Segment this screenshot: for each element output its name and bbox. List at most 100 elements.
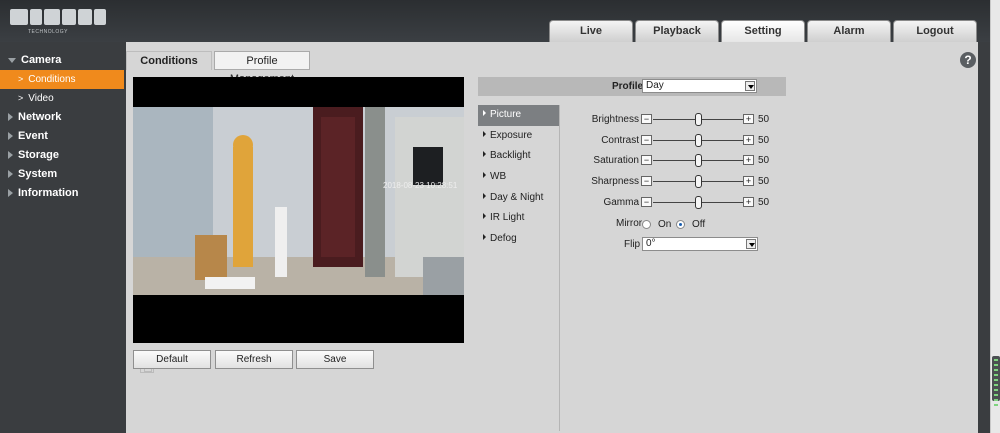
mirror-on-radio[interactable]: [642, 220, 651, 229]
sidebar-item-label: Event: [18, 130, 48, 142]
menu-item-label: Day & Night: [490, 191, 544, 203]
arrow-right-icon: [483, 192, 486, 199]
tab-alarm[interactable]: Alarm: [807, 20, 891, 42]
save-button[interactable]: Save: [296, 350, 374, 369]
sidebar-item-label: Storage: [18, 149, 59, 161]
tab-playback[interactable]: Playback: [635, 20, 719, 42]
mirror-label: Mirror: [616, 218, 643, 229]
arrow-right-icon: [483, 151, 486, 158]
refresh-button[interactable]: Refresh: [215, 350, 293, 369]
menu-item-label: IR Light: [490, 212, 525, 224]
collapse-icon: [8, 113, 13, 122]
menu-item-label: Picture: [490, 109, 522, 120]
video-preview: 2018-08-23 10:28:51: [133, 77, 464, 373]
menu-item-exposure[interactable]: Exposure: [478, 126, 559, 147]
tab-setting[interactable]: Setting: [721, 20, 805, 42]
menu-item-picture[interactable]: Picture: [478, 105, 559, 126]
brightness-control: Brightness − + 50: [566, 113, 770, 127]
menu-item-backlight[interactable]: Backlight: [478, 146, 559, 167]
contrast-decrease-button[interactable]: −: [641, 135, 652, 145]
sidebar-item-conditions[interactable]: > Conditions: [0, 70, 124, 89]
sidebar-item-storage[interactable]: Storage: [0, 146, 126, 165]
sidebar-item-camera[interactable]: Camera: [0, 51, 126, 70]
sidebar-item-label: Information: [18, 187, 79, 199]
profile-select[interactable]: Day: [642, 79, 757, 93]
brightness-value: 50: [758, 114, 770, 125]
page-gutter: [978, 42, 990, 433]
brand-logo: TECHNOLOGY: [8, 5, 110, 35]
saturation-increase-button[interactable]: +: [743, 155, 754, 165]
sidebar-item-network[interactable]: Network: [0, 108, 126, 127]
scrollbar[interactable]: [990, 0, 1000, 433]
sidebar-item-system[interactable]: System: [0, 165, 126, 184]
tab-live[interactable]: Live: [549, 20, 633, 42]
contrast-value: 50: [758, 135, 770, 146]
collapse-icon: [8, 151, 13, 160]
sharpness-label: Sharpness: [591, 176, 639, 187]
sidebar-item-label: Camera: [21, 54, 62, 66]
menu-item-ir-light[interactable]: IR Light: [478, 208, 559, 229]
menu-item-defog[interactable]: Defog: [478, 229, 559, 250]
default-button[interactable]: Default: [133, 350, 211, 369]
sidebar-item-video[interactable]: > Video: [0, 89, 126, 108]
gamma-decrease-button[interactable]: −: [641, 197, 652, 207]
chevron-right-icon: >: [18, 74, 24, 84]
contrast-increase-button[interactable]: +: [743, 135, 754, 145]
sidebar-item-label: Video: [28, 93, 54, 104]
collapse-icon: [8, 170, 13, 179]
mirror-off-label: Off: [692, 219, 706, 230]
dropdown-arrow-icon: [745, 81, 755, 91]
expand-icon: [8, 57, 16, 63]
profile-bar: Profile Day: [478, 77, 786, 96]
sidebar-item-information[interactable]: Information: [0, 184, 126, 203]
gamma-increase-button[interactable]: +: [743, 197, 754, 207]
sharpness-slider-handle[interactable]: [694, 175, 702, 188]
gamma-label: Gamma: [603, 197, 639, 208]
saturation-value: 50: [758, 155, 770, 166]
top-header: TECHNOLOGY Live Playback Setting Alarm L…: [0, 0, 990, 42]
help-icon[interactable]: ?: [960, 52, 976, 68]
brightness-slider-handle[interactable]: [694, 113, 702, 126]
sidebar-item-label: Conditions: [28, 74, 76, 85]
mirror-off-radio[interactable]: [676, 220, 685, 229]
contrast-control: Contrast − + 50: [566, 134, 770, 148]
sharpness-increase-button[interactable]: +: [743, 176, 754, 186]
chevron-right-icon: >: [18, 93, 24, 103]
arrow-right-icon: [483, 172, 486, 179]
saturation-control: Saturation − + 50: [566, 154, 770, 168]
gamma-slider-handle[interactable]: [694, 196, 702, 209]
brightness-decrease-button[interactable]: −: [641, 114, 652, 124]
dropdown-arrow-icon: [746, 239, 756, 249]
arrow-right-icon: [483, 213, 486, 220]
brightness-increase-button[interactable]: +: [743, 114, 754, 124]
collapse-icon: [8, 132, 13, 141]
menu-item-day-night[interactable]: Day & Night: [478, 188, 559, 209]
profile-label: Profile: [612, 81, 644, 92]
saturation-decrease-button[interactable]: −: [641, 155, 652, 165]
sidebar: Camera > Conditions > Video Network Event …: [0, 42, 126, 433]
mirror-on-label: On: [658, 219, 672, 230]
tab-profile-management[interactable]: Profile Management: [214, 51, 310, 85]
tab-conditions[interactable]: Conditions: [126, 51, 212, 70]
contrast-slider-handle[interactable]: [694, 134, 702, 147]
gamma-value: 50: [758, 197, 770, 208]
menu-item-label: Exposure: [490, 129, 533, 141]
profile-value: Day: [646, 80, 664, 91]
sharpness-value: 50: [758, 176, 770, 187]
saturation-slider-handle[interactable]: [694, 154, 702, 167]
sidebar-item-event[interactable]: Event: [0, 127, 126, 146]
scrollbar-thumb[interactable]: [992, 356, 1000, 406]
sharpness-control: Sharpness − + 50: [566, 175, 770, 189]
arrow-right-icon: [483, 110, 486, 116]
main-panel: Conditions Profile Management ? 2018-0: [126, 42, 978, 433]
sharpness-decrease-button[interactable]: −: [641, 176, 652, 186]
sidebar-item-label: System: [18, 168, 58, 180]
contrast-label: Contrast: [601, 135, 639, 146]
menu-item-wb[interactable]: WB: [478, 167, 559, 188]
saturation-label: Saturation: [593, 155, 639, 166]
camera-image: 2018-08-23 10:28:51: [133, 107, 464, 295]
menu-item-label: Backlight: [490, 150, 531, 162]
tab-logout[interactable]: Logout: [893, 20, 977, 42]
arrow-right-icon: [483, 234, 486, 241]
flip-select[interactable]: 0°: [642, 237, 758, 251]
